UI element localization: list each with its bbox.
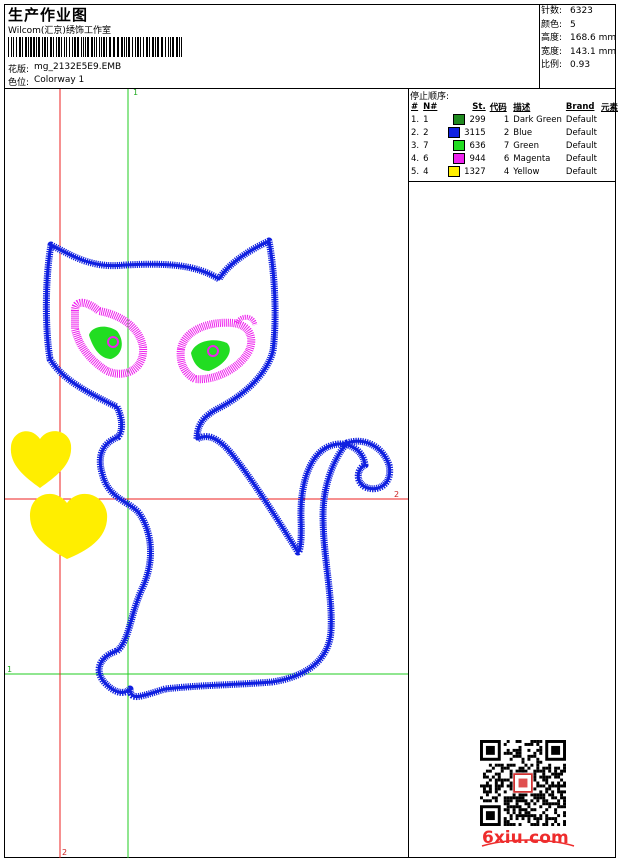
colors-value: 5 bbox=[570, 19, 576, 30]
cell-code: 6 bbox=[503, 153, 510, 164]
cell-element bbox=[599, 165, 620, 178]
stop-sequence-table: # N# St. 代码 描述 Brand 元素 1. 1 299 1 Dark Gree… bbox=[409, 101, 620, 178]
colorway-value: Colorway 1 bbox=[34, 75, 85, 85]
color-swatch bbox=[453, 140, 466, 151]
cell-code: 1 bbox=[503, 114, 510, 125]
cell-element bbox=[599, 113, 620, 126]
width-value: 143.1 mm bbox=[570, 46, 617, 57]
table-row: 1. 1 299 1 Dark Green Default bbox=[409, 113, 620, 126]
cell-element bbox=[599, 126, 620, 139]
cell-stitches: 636 bbox=[446, 139, 488, 152]
table-bottom-line bbox=[408, 181, 616, 182]
col-header-index: # bbox=[411, 102, 419, 112]
heart-small bbox=[10, 431, 72, 488]
marker-left: 1 bbox=[7, 665, 12, 674]
cell-element bbox=[599, 139, 620, 152]
table-row: 3. 7 636 7 Green Default bbox=[409, 139, 620, 152]
watermark-text: 6xiu.com bbox=[482, 828, 569, 848]
watermark: 6xiu.com bbox=[478, 826, 578, 850]
design-canvas: 1 1 2 2 bbox=[5, 89, 408, 858]
watermark-logo-icon: 6xiu.com bbox=[481, 828, 575, 848]
stitch-count: 1327 bbox=[464, 167, 486, 177]
col-header-code: 代码 bbox=[489, 103, 507, 113]
color-swatch bbox=[448, 166, 461, 177]
cell-code: 2 bbox=[503, 127, 510, 138]
page-title: 生产作业图 bbox=[8, 6, 89, 24]
cell-brand: Default bbox=[565, 127, 597, 138]
scale-value: 0.93 bbox=[570, 60, 591, 70]
canvas-divider bbox=[408, 88, 409, 858]
width-label: 宽度: bbox=[541, 46, 563, 57]
col-header-n: N# bbox=[423, 102, 438, 112]
stitches-label: 针数: bbox=[541, 6, 563, 16]
cell-index: 2. bbox=[411, 127, 420, 138]
cell-brand: Default bbox=[565, 140, 597, 151]
cell-index: 1. bbox=[411, 114, 420, 125]
cell-description: Magenta bbox=[513, 153, 551, 164]
cell-description: Yellow bbox=[513, 166, 540, 177]
table-row: 5. 4 1327 4 Yellow Default bbox=[409, 165, 620, 178]
cell-index: 3. bbox=[411, 140, 420, 151]
marker-top: 1 bbox=[133, 89, 138, 97]
colors-label: 颜色: bbox=[541, 19, 563, 30]
color-swatch bbox=[453, 114, 466, 125]
stitch-count: 944 bbox=[469, 154, 486, 164]
height-label: 高度: bbox=[541, 33, 563, 43]
cell-stitches: 1327 bbox=[446, 165, 488, 178]
marker-right: 2 bbox=[394, 490, 399, 499]
scale-label: 比例: bbox=[541, 60, 563, 70]
cell-code: 4 bbox=[503, 166, 510, 177]
stats-values: 6323 5 168.6 mm 143.1 mm 0.93 bbox=[570, 5, 616, 73]
stitch-count: 636 bbox=[469, 141, 486, 151]
cell-n: 1 bbox=[423, 114, 429, 125]
heart-large bbox=[29, 493, 108, 559]
height-value: 168.6 mm bbox=[570, 33, 617, 43]
color-swatch bbox=[448, 127, 461, 138]
colorway-label: 色位: bbox=[8, 78, 30, 88]
col-header-element: 元素 bbox=[600, 103, 618, 113]
cell-description: Green bbox=[513, 140, 540, 151]
cell-code: 7 bbox=[503, 140, 510, 151]
cell-description: Dark Green bbox=[513, 114, 562, 125]
cell-index: 4. bbox=[411, 153, 420, 164]
cell-stitches: 299 bbox=[446, 113, 488, 126]
cell-brand: Default bbox=[565, 166, 597, 177]
cell-brand: Default bbox=[565, 153, 597, 164]
pattern-value: mg_2132E5E9.EMB bbox=[34, 62, 122, 72]
stitches-value: 6323 bbox=[570, 6, 593, 16]
table-row: 4. 6 944 6 Magenta Default bbox=[409, 152, 620, 165]
col-header-description: 描述 bbox=[513, 103, 531, 113]
stitch-count: 299 bbox=[469, 115, 486, 125]
col-header-stitches: St. bbox=[472, 102, 486, 112]
cell-index: 5. bbox=[411, 166, 420, 177]
marker-bottom: 2 bbox=[62, 848, 67, 857]
table-row: 2. 2 3115 2 Blue Default bbox=[409, 126, 620, 139]
company-name: Wilcom(汇京)绣饰工作室 bbox=[8, 26, 111, 36]
qr-code-icon bbox=[480, 740, 566, 826]
color-swatch bbox=[453, 153, 466, 164]
pattern-label: 花版: bbox=[8, 65, 30, 75]
col-header-brand: Brand bbox=[565, 102, 595, 112]
table-header-row: # N# St. 代码 描述 Brand 元素 bbox=[409, 101, 620, 113]
cell-n: 7 bbox=[423, 140, 429, 151]
cat-outline bbox=[42, 237, 394, 700]
cell-brand: Default bbox=[565, 114, 597, 125]
cell-n: 4 bbox=[423, 166, 429, 177]
header-divider bbox=[539, 4, 540, 88]
cell-element bbox=[599, 152, 620, 165]
cell-stitches: 944 bbox=[446, 152, 488, 165]
cell-n: 2 bbox=[423, 127, 429, 138]
cell-n: 6 bbox=[423, 153, 429, 164]
cell-description: Blue bbox=[513, 127, 533, 138]
left-eye-iris bbox=[89, 326, 122, 359]
cell-stitches: 3115 bbox=[446, 126, 488, 139]
barcode-icon bbox=[8, 37, 182, 57]
stats-labels: 针数: 颜色: 高度: 宽度: 比例: bbox=[541, 5, 562, 73]
stitch-count: 3115 bbox=[464, 128, 486, 138]
